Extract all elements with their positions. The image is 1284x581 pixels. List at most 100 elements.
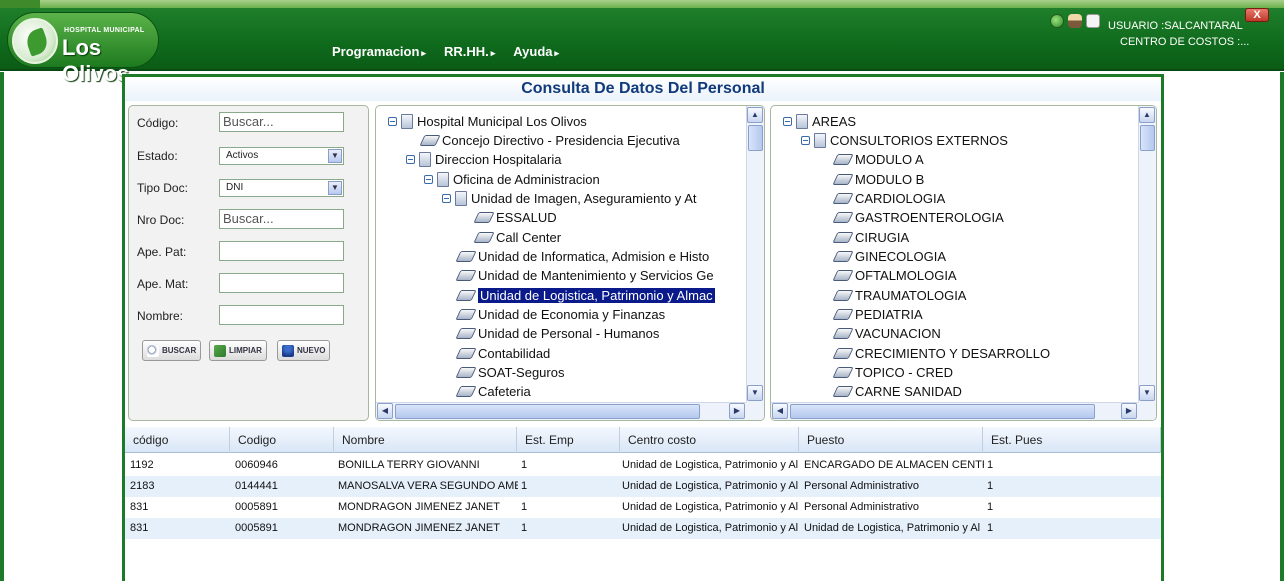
vertical-scrollbar[interactable]: ▲ ▼ bbox=[1138, 106, 1156, 402]
leaf-node-icon bbox=[832, 174, 854, 185]
table-row[interactable]: 1192 0060946 BONILLA TERRY GIOVANNI 1 Un… bbox=[125, 455, 1161, 476]
horizontal-scrollbar[interactable]: ◀ ▶ bbox=[771, 402, 1138, 420]
collapse-icon[interactable] bbox=[388, 117, 397, 126]
chevron-down-icon[interactable]: ▼ bbox=[328, 181, 342, 195]
scroll-down-icon[interactable]: ▼ bbox=[747, 385, 763, 401]
tree-node[interactable]: CARDIOLOGIA bbox=[832, 189, 946, 208]
collapse-icon[interactable] bbox=[424, 175, 433, 184]
col-header-puesto[interactable]: Puesto bbox=[799, 427, 983, 453]
tree-node[interactable]: GASTROENTEROLOGIA bbox=[832, 208, 1004, 227]
tree-node[interactable]: CONSULTORIOS EXTERNOS bbox=[801, 131, 1008, 150]
scroll-up-icon[interactable]: ▲ bbox=[747, 107, 763, 123]
scroll-right-icon[interactable]: ▶ bbox=[729, 403, 745, 419]
menu-rrhh[interactable]: RR.HH. ▸ bbox=[444, 44, 495, 64]
col-header-nombre[interactable]: Nombre bbox=[334, 427, 517, 453]
cell-codigo-2: 0005891 bbox=[235, 522, 278, 534]
folder-icon bbox=[401, 114, 413, 129]
col-header-est-emp[interactable]: Est. Emp bbox=[517, 427, 620, 453]
menu-ayuda[interactable]: Ayuda ▸ bbox=[513, 44, 559, 64]
tree-node[interactable]: GINECOLOGIA bbox=[832, 247, 946, 266]
cell-centro-costo: Unidad de Logistica, Patrimonio y Al bbox=[622, 522, 799, 534]
limpiar-button[interactable]: LIMPIAR bbox=[209, 340, 267, 361]
scroll-thumb[interactable] bbox=[790, 404, 1095, 419]
cost-center-label: CENTRO DE COSTOS :... bbox=[1120, 36, 1250, 48]
buscar-button[interactable]: BUSCAR bbox=[142, 340, 202, 361]
scroll-right-icon[interactable]: ▶ bbox=[1121, 403, 1137, 419]
nombre-input[interactable] bbox=[219, 305, 344, 325]
nrodoc-input[interactable]: Buscar... bbox=[219, 209, 344, 229]
table-row[interactable]: 831 0005891 MONDRAGON JIMENEZ JANET 1 Un… bbox=[125, 497, 1161, 518]
tree-node[interactable]: SOAT-Seguros bbox=[455, 363, 564, 382]
lock-icon[interactable] bbox=[1086, 14, 1100, 28]
tree-node[interactable]: CRECIMIENTO Y DESARROLLO bbox=[832, 344, 1050, 363]
scroll-left-icon[interactable]: ◀ bbox=[772, 403, 788, 419]
tree-node[interactable]: Concejo Directivo - Presidencia Ejecutiv… bbox=[419, 131, 680, 150]
cell-puesto: Personal Administrativo bbox=[804, 501, 919, 513]
tipodoc-select[interactable]: DNI ▼ bbox=[219, 179, 344, 197]
tree-node[interactable]: Cafeteria bbox=[455, 382, 531, 401]
apemat-label: Ape. Mat: bbox=[137, 277, 189, 291]
collapse-icon[interactable] bbox=[406, 155, 415, 164]
collapse-icon[interactable] bbox=[801, 136, 810, 145]
tree-node-selected[interactable]: Unidad de Logistica, Patrimonio y Almac bbox=[455, 286, 715, 305]
close-button[interactable]: X bbox=[1245, 8, 1269, 22]
tree-node[interactable]: CIRUGIA bbox=[832, 228, 909, 247]
tree-node[interactable]: Unidad de Economia y Finanzas bbox=[455, 305, 665, 324]
tree-node-label: MODULO A bbox=[855, 152, 924, 167]
table-row[interactable]: 2183 0144441 MANOSALVA VERA SEGUNDO AMER… bbox=[125, 476, 1161, 497]
col-header-est-pues[interactable]: Est. Pues bbox=[983, 427, 1161, 453]
main-menu: Programacion ▸ RR.HH. ▸ Ayuda ▸ bbox=[332, 44, 559, 64]
tree-node[interactable]: ESSALUD bbox=[473, 208, 557, 227]
tree-node[interactable]: Unidad de Imagen, Aseguramiento y At bbox=[442, 189, 696, 208]
chevron-down-icon[interactable]: ▼ bbox=[328, 149, 342, 163]
tree-node[interactable]: TOPICO - CRED bbox=[832, 363, 953, 382]
tree-node[interactable]: Unidad de Informatica, Admision e Histo bbox=[455, 247, 709, 266]
codigo-input[interactable]: Buscar... bbox=[219, 112, 344, 132]
menu-programacion[interactable]: Programacion ▸ bbox=[332, 44, 426, 64]
nuevo-button[interactable]: NUEVO bbox=[277, 340, 331, 361]
globe-icon[interactable] bbox=[1050, 14, 1064, 28]
tree-node[interactable]: TRAUMATOLOGIA bbox=[832, 286, 966, 305]
tree-node[interactable]: Call Center bbox=[473, 228, 561, 247]
tree-node[interactable]: Hospital Municipal Los Olivos bbox=[388, 112, 587, 131]
window-top-bar bbox=[0, 0, 1284, 8]
tree-node[interactable]: PEDIATRIA bbox=[832, 305, 923, 324]
scroll-corner bbox=[746, 402, 764, 420]
apepat-input[interactable] bbox=[219, 241, 344, 261]
vertical-scrollbar[interactable]: ▲ ▼ bbox=[746, 106, 764, 402]
table-row[interactable]: 831 0005891 MONDRAGON JIMENEZ JANET 1 Un… bbox=[125, 518, 1161, 539]
user-label: USUARIO :SALCANTARAL bbox=[1108, 20, 1243, 32]
tree-node[interactable]: CARNE SANIDAD bbox=[832, 382, 962, 401]
tree-node[interactable]: Oficina de Administracion bbox=[424, 170, 600, 189]
tree-node[interactable]: Direccion Hospitalaria bbox=[406, 150, 561, 169]
apemat-input[interactable] bbox=[219, 273, 344, 293]
tree-node[interactable]: Unidad de Personal - Humanos bbox=[455, 324, 659, 343]
tree-node[interactable]: Unidad de Mantenimiento y Servicios Ge bbox=[455, 266, 714, 285]
scroll-corner bbox=[1138, 402, 1156, 420]
leaf-node-icon bbox=[832, 348, 854, 359]
tree-node[interactable]: Contabilidad bbox=[455, 344, 550, 363]
tree-node[interactable]: MODULO A bbox=[832, 150, 924, 169]
cell-codigo-2: 0060946 bbox=[235, 459, 278, 471]
tree-node-label: CARDIOLOGIA bbox=[855, 191, 946, 206]
scroll-thumb[interactable] bbox=[1140, 125, 1155, 151]
person-icon[interactable] bbox=[1068, 14, 1082, 28]
tree-node-label: Oficina de Administracion bbox=[453, 172, 600, 187]
collapse-icon[interactable] bbox=[442, 194, 451, 203]
scroll-thumb[interactable] bbox=[395, 404, 700, 419]
scroll-thumb[interactable] bbox=[748, 125, 763, 151]
tree-node[interactable]: OFTALMOLOGIA bbox=[832, 266, 957, 285]
scroll-up-icon[interactable]: ▲ bbox=[1139, 107, 1155, 123]
right-frame bbox=[1280, 72, 1284, 581]
col-header-codigo-2[interactable]: Codigo bbox=[230, 427, 334, 453]
scroll-left-icon[interactable]: ◀ bbox=[377, 403, 393, 419]
col-header-codigo-1[interactable]: código bbox=[125, 427, 230, 453]
tree-node[interactable]: VACUNACION bbox=[832, 324, 941, 343]
scroll-down-icon[interactable]: ▼ bbox=[1139, 385, 1155, 401]
tree-node[interactable]: AREAS bbox=[783, 112, 856, 131]
horizontal-scrollbar[interactable]: ◀ ▶ bbox=[376, 402, 746, 420]
tree-node[interactable]: MODULO B bbox=[832, 170, 924, 189]
collapse-icon[interactable] bbox=[783, 117, 792, 126]
col-header-centro-costo[interactable]: Centro costo bbox=[620, 427, 799, 453]
estado-select[interactable]: Activos ▼ bbox=[219, 147, 344, 165]
